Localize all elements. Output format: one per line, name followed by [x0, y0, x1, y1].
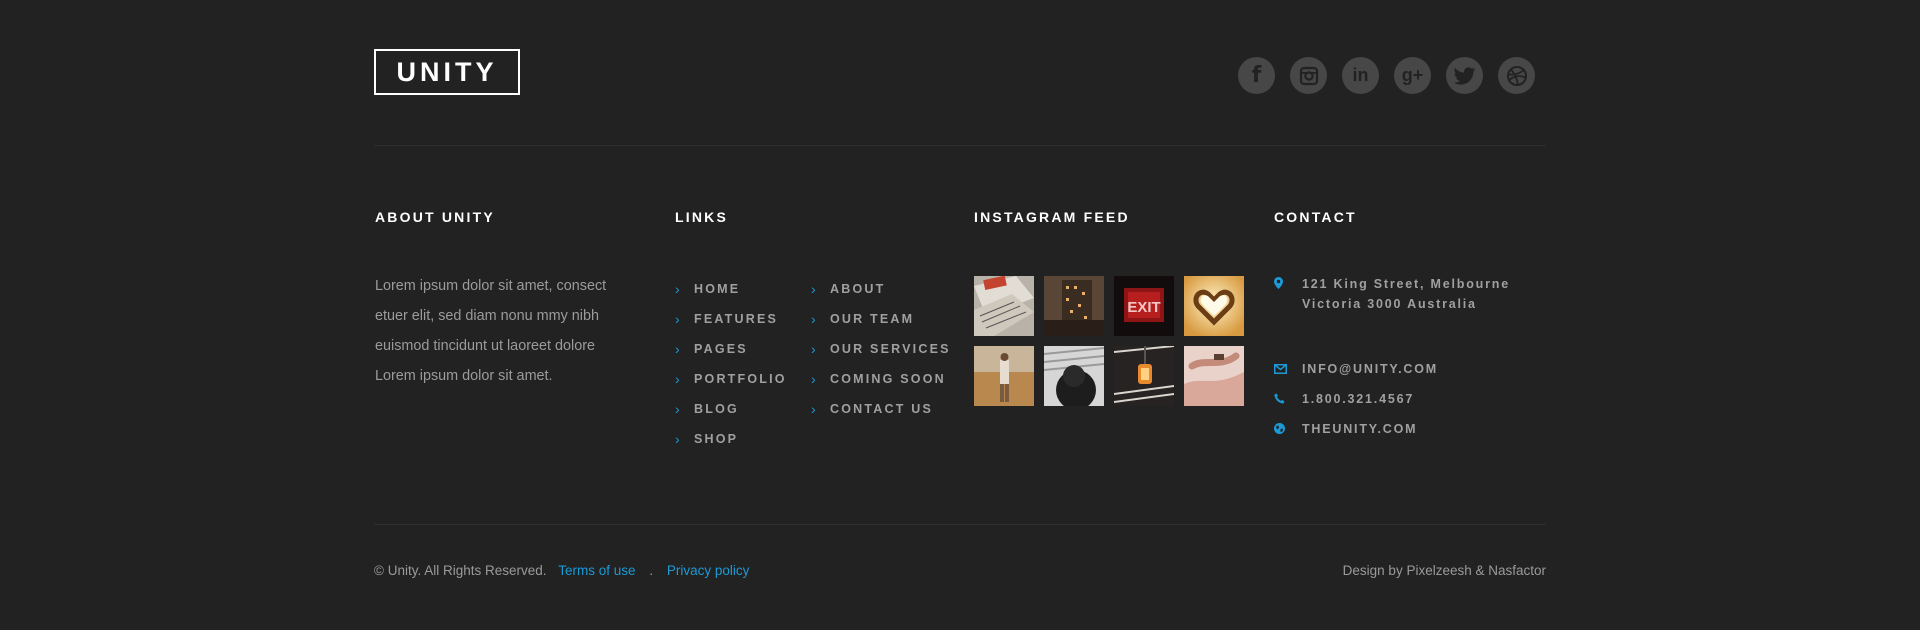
- bottom-divider: [374, 524, 1546, 525]
- contact-phone[interactable]: 1.800.321.4567: [1274, 384, 1510, 414]
- instagram-thumb-exit-sign[interactable]: EXIT: [1114, 276, 1174, 336]
- link-label: PORTFOLIO: [694, 372, 787, 386]
- link-label: PAGES: [694, 342, 748, 356]
- link-our-team[interactable]: › OUR TEAM: [811, 304, 951, 334]
- instagram-section: INSTAGRAM FEED EXIT: [974, 209, 1244, 406]
- about-text: Lorem ipsum dolor sit amet, consect etue…: [375, 278, 607, 384]
- top-divider: [374, 145, 1546, 146]
- link-label: CONTACT US: [830, 402, 934, 416]
- link-shop[interactable]: › SHOP: [675, 424, 811, 454]
- link-label: OUR SERVICES: [830, 342, 951, 356]
- terms-link[interactable]: Terms of use: [558, 563, 635, 578]
- facebook-glyph: f: [1251, 63, 1262, 88]
- envelope-icon: [1274, 362, 1302, 377]
- instagram-icon[interactable]: [1290, 57, 1327, 94]
- link-features[interactable]: › FEATURES: [675, 304, 811, 334]
- contact-heading: CONTACT: [1274, 209, 1357, 225]
- links-section: LINKS › HOME › FEATURES › PAGES › PORTFOLIO …: [675, 209, 951, 454]
- contact-section: CONTACT 121 King Street, Melbourne Victo…: [1274, 209, 1510, 444]
- link-blog[interactable]: › BLOG: [675, 394, 811, 424]
- instagram-grid: EXIT: [974, 276, 1244, 406]
- instagram-thumb-newspaper[interactable]: [974, 276, 1034, 336]
- privacy-link[interactable]: Privacy policy: [667, 563, 750, 578]
- link-label: OUR TEAM: [830, 312, 915, 326]
- google-plus-glyph: g+: [1401, 65, 1424, 85]
- link-coming-soon[interactable]: › COMING SOON: [811, 364, 951, 394]
- contact-website[interactable]: THEUNITY.COM: [1274, 414, 1510, 444]
- brand-logo[interactable]: UNITY: [374, 49, 520, 95]
- instagram-thumb-field-person[interactable]: [974, 346, 1034, 406]
- footer-separator: .: [649, 563, 654, 578]
- chevron-right-icon: ›: [811, 341, 818, 357]
- copyright-text: © Unity. All Rights Reserved.: [374, 563, 547, 578]
- exit-sign-text: EXIT: [1127, 299, 1160, 316]
- design-credit: Design by Pixelzeesh & Nasfactor: [1342, 563, 1546, 578]
- map-pin-icon: [1274, 274, 1302, 295]
- linkedin-icon[interactable]: in: [1342, 57, 1379, 94]
- links-heading: LINKS: [675, 209, 728, 225]
- instagram-thumb-lamp[interactable]: [1114, 346, 1174, 406]
- chevron-right-icon: ›: [675, 431, 682, 447]
- phone-text: 1.800.321.4567: [1302, 392, 1415, 406]
- email-text: INFO@UNITY.COM: [1302, 362, 1438, 376]
- chevron-right-icon: ›: [675, 281, 682, 297]
- link-label: SHOP: [694, 432, 739, 446]
- chevron-right-icon: ›: [675, 341, 682, 357]
- link-our-services[interactable]: › OUR SERVICES: [811, 334, 951, 364]
- dribbble-icon[interactable]: [1498, 57, 1535, 94]
- footer-left: © Unity. All Rights Reserved. Terms of u…: [374, 563, 749, 578]
- linkedin-glyph: in: [1352, 65, 1369, 85]
- chevron-right-icon: ›: [675, 401, 682, 417]
- chevron-right-icon: ›: [675, 371, 682, 387]
- contact-address: 121 King Street, Melbourne Victoria 3000…: [1274, 274, 1510, 314]
- footer-bar: © Unity. All Rights Reserved. Terms of u…: [374, 563, 1546, 578]
- social-links: f in g+: [1238, 57, 1535, 94]
- instagram-thumb-building[interactable]: [1044, 276, 1104, 336]
- twitter-icon[interactable]: [1446, 57, 1483, 94]
- globe-icon: [1274, 422, 1302, 437]
- link-label: ABOUT: [830, 282, 886, 296]
- link-about[interactable]: › ABOUT: [811, 274, 951, 304]
- link-contact-us[interactable]: › CONTACT US: [811, 394, 951, 424]
- chevron-right-icon: ›: [811, 401, 818, 417]
- link-label: COMING SOON: [830, 372, 946, 386]
- link-portfolio[interactable]: › PORTFOLIO: [675, 364, 811, 394]
- address-line-1: 121 King Street, Melbourne: [1302, 277, 1510, 291]
- link-label: FEATURES: [694, 312, 779, 326]
- link-pages[interactable]: › PAGES: [675, 334, 811, 364]
- chevron-right-icon: ›: [811, 311, 818, 327]
- link-label: HOME: [694, 282, 741, 296]
- instagram-thumb-heart-hands[interactable]: [1184, 276, 1244, 336]
- address-line-2: Victoria 3000 Australia: [1302, 297, 1477, 311]
- about-heading: ABOUT UNITY: [375, 209, 495, 225]
- google-plus-icon[interactable]: g+: [1394, 57, 1431, 94]
- link-home[interactable]: › HOME: [675, 274, 811, 304]
- contact-email[interactable]: INFO@UNITY.COM: [1274, 354, 1510, 384]
- facebook-icon[interactable]: f: [1238, 57, 1275, 94]
- link-label: BLOG: [694, 402, 739, 416]
- about-section: ABOUT UNITY Lorem ipsum dolor sit amet, …: [375, 209, 637, 391]
- chevron-right-icon: ›: [675, 311, 682, 327]
- website-text: THEUNITY.COM: [1302, 422, 1418, 436]
- phone-icon: [1274, 392, 1302, 407]
- instagram-thumb-hands[interactable]: [1184, 346, 1244, 406]
- instagram-thumb-bw-portrait[interactable]: [1044, 346, 1104, 406]
- instagram-heading: INSTAGRAM FEED: [974, 209, 1130, 225]
- chevron-right-icon: ›: [811, 371, 818, 387]
- links-column-1: › HOME › FEATURES › PAGES › PORTFOLIO › BLOG …: [675, 274, 811, 454]
- links-column-2: › ABOUT › OUR TEAM › OUR SERVICES › COMING S…: [811, 274, 951, 454]
- chevron-right-icon: ›: [811, 281, 818, 297]
